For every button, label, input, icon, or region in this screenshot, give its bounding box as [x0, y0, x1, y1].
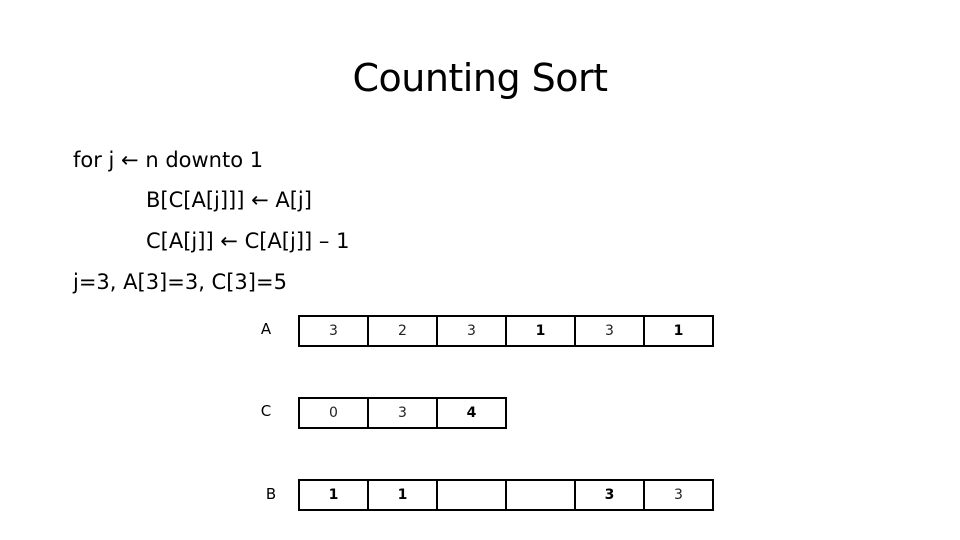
array-b-cell: 1	[298, 479, 369, 511]
slide-title: Counting Sort	[352, 56, 608, 100]
array-a-cell: 3	[574, 315, 645, 347]
array-a-cell: 1	[505, 315, 576, 347]
array-b-cell: 3	[574, 479, 645, 511]
array-a-cell: 2	[367, 315, 438, 347]
array-c-cell: 3	[367, 397, 438, 429]
code-line-for-loop: for j ← n downto 1	[73, 148, 264, 172]
array-b-label: B	[265, 485, 277, 503]
array-b-cell	[436, 479, 507, 511]
code-line-assign-b: B[C[A[j]]] ← A[j]	[146, 188, 312, 212]
array-a-cell: 3	[436, 315, 507, 347]
array-a-cell: 3	[298, 315, 369, 347]
array-c: 034	[298, 397, 507, 429]
array-c-cell: 0	[298, 397, 369, 429]
array-c-cell: 4	[436, 397, 507, 429]
code-line-state: j=3, A[3]=3, C[3]=5	[73, 270, 287, 294]
array-b-cell: 3	[643, 479, 714, 511]
array-c-label: C	[260, 402, 272, 420]
array-a-label: A	[260, 320, 272, 338]
array-b-cell: 1	[367, 479, 438, 511]
code-line-decrement-c: C[A[j]] ← C[A[j]] – 1	[146, 229, 350, 253]
array-a: 323131	[298, 315, 714, 347]
array-a-cell: 1	[643, 315, 714, 347]
array-b: 11 33	[298, 479, 714, 511]
array-b-cell	[505, 479, 576, 511]
